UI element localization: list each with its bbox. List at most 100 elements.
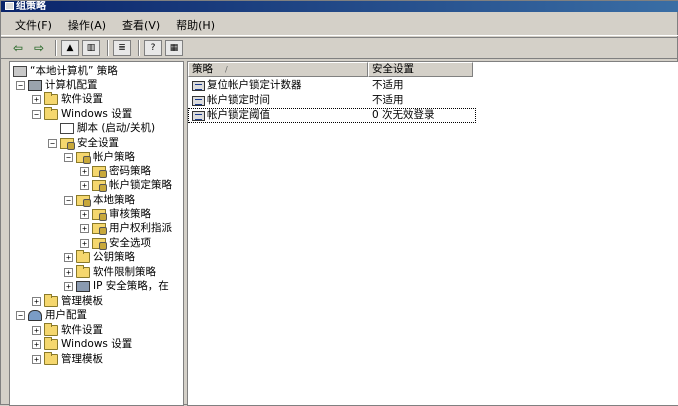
back-arrow-icon[interactable]: ⇦ [9,40,27,56]
toolbar-separator [107,40,109,56]
policy-item-icon [192,111,205,121]
tree-item-label: 用户权利指派 [109,222,172,234]
expand-toggle[interactable]: + [32,94,41,104]
collapse-toggle[interactable]: − [64,195,73,205]
collapse-toggle[interactable]: − [16,310,25,320]
folder-icon [92,165,107,178]
policy-name: 帐户锁定阈值 [207,109,270,121]
tree-item-password-policy[interactable]: + 密码策略 [80,164,151,178]
tree-item-label: Windows 设置 [61,338,133,350]
expand-toggle[interactable]: + [32,296,41,306]
tree-item-local-computer-policy[interactable]: “本地计算机” 策略 [13,64,118,78]
expand-toggle[interactable]: + [80,180,89,190]
menu-view[interactable]: 查看(V) [114,15,168,35]
security-setting-value: 0 次无效登录 [372,109,435,121]
menu-action[interactable]: 操作(A) [60,15,114,35]
tree-item-user-administrative-templates[interactable]: + 管理模板 [32,351,103,366]
collapse-toggle[interactable]: − [16,80,25,90]
tree-item-label: 软件限制策略 [93,266,156,278]
column-header-label: 策略 [192,63,213,75]
tree-item-label: 软件设置 [61,93,103,105]
tree-item-label: “本地计算机” 策略 [30,65,118,77]
expand-toggle[interactable]: + [64,267,73,277]
details-pane: 策略 / 安全设置 复位帐户锁定计数器 不适用 帐户锁定时间 不适用 帐户锁定阈值… [187,61,678,406]
tree-item-label: 公钥策略 [93,251,135,263]
menu-bar: 文件(F) 操作(A) 查看(V) 帮助(H) [1,14,678,36]
table-row[interactable]: 帐户锁定阈值 0 次无效登录 [188,108,476,123]
folder-icon [44,293,58,307]
tree-item-windows-settings[interactable]: − Windows 设置 [32,106,133,121]
table-row[interactable]: 复位帐户锁定计数器 不适用 [188,78,476,93]
tree-item-account-lockout-policy[interactable]: + 帐户锁定策略 [80,178,172,192]
expand-toggle[interactable]: + [80,209,89,219]
expand-toggle[interactable]: + [64,281,73,291]
toolbar: ⇦ ⇨ ▲ ▥ ≣ ? ▦ [1,37,678,59]
tree-item-user-windows-settings[interactable]: + Windows 设置 [32,336,133,351]
user-icon [28,309,42,321]
forward-arrow-icon[interactable]: ⇨ [30,40,48,56]
policy-item-icon [192,96,205,106]
tree-item-label: 审核策略 [109,208,151,220]
tree-item-user-config[interactable]: − 用户配置 [16,308,87,322]
expand-toggle[interactable]: + [64,252,73,262]
tree-item-label: 计算机配置 [45,79,98,91]
tree-item-label: 安全选项 [109,237,151,249]
folder-icon [76,264,90,278]
tree-item-label: Windows 设置 [61,108,133,120]
tree-item-label: 脚本 (启动/关机) [77,122,156,134]
folder-icon [44,336,58,350]
tree-item-ip-security-policies[interactable]: + IP 安全策略，在 [64,279,169,293]
window-title: 组策略 [16,1,46,12]
column-header-security-setting[interactable]: 安全设置 [368,62,473,77]
tree-item-public-key-policies[interactable]: + 公钥策略 [64,249,135,264]
tree-item-label: 管理模板 [61,295,103,307]
tree-item-administrative-templates[interactable]: + 管理模板 [32,293,103,308]
column-header-policy[interactable]: 策略 / [188,62,368,77]
policy-item-icon [192,81,205,91]
tree-item-user-software-settings[interactable]: + 软件设置 [32,322,103,337]
menu-help[interactable]: 帮助(H) [168,15,223,35]
help-icon[interactable]: ? [144,40,162,56]
tree-item-security-options[interactable]: + 安全选项 [80,236,151,250]
expand-toggle[interactable]: + [32,325,41,335]
expand-toggle[interactable]: + [80,166,89,176]
export-list-icon[interactable]: ≣ [113,40,131,56]
tree-item-security-settings[interactable]: − 安全设置 [48,136,119,150]
show-hide-tree-icon[interactable]: ▥ [82,40,100,56]
security-setting-value: 不适用 [372,79,404,91]
column-header-label: 安全设置 [372,63,414,75]
collapse-toggle[interactable]: − [48,138,57,148]
tree-item-software-settings[interactable]: + 软件设置 [32,91,103,106]
folder-icon [76,249,90,263]
title-bar: 组策略 [1,1,678,12]
menu-file[interactable]: 文件(F) [7,15,60,35]
expand-toggle[interactable]: + [80,223,89,233]
tree-item-user-rights-assignment[interactable]: + 用户权利指派 [80,221,172,235]
folder-icon [44,351,58,365]
toolbar-separator [55,40,57,56]
folder-icon [76,151,91,164]
folder-icon [92,222,107,235]
tree-item-audit-policy[interactable]: + 审核策略 [80,207,151,221]
tree-item-computer-config[interactable]: − 计算机配置 [16,78,98,92]
folder-icon [92,237,107,250]
tree-item-label: 帐户锁定策略 [109,179,172,191]
properties-icon[interactable]: ▦ [165,40,183,56]
tree-pane[interactable]: “本地计算机” 策略 − 计算机配置 + 软件设置 − Windows 设置 脚… [9,61,184,406]
expand-toggle[interactable]: + [80,238,89,248]
tree-item-software-restriction-policies[interactable]: + 软件限制策略 [64,264,156,279]
expand-toggle[interactable]: + [32,354,41,364]
up-one-level-icon[interactable]: ▲ [61,40,79,56]
tree-item-account-policies[interactable]: − 帐户策略 [64,150,135,164]
collapse-toggle[interactable]: − [32,109,41,119]
tree-item-local-policies[interactable]: − 本地策略 [64,193,135,207]
group-policy-window: 组策略 文件(F) 操作(A) 查看(V) 帮助(H) ⇦ ⇨ ▲ ▥ ≣ ? … [0,0,678,406]
tree-item-label: 密码策略 [109,165,151,177]
table-row[interactable]: 帐户锁定时间 不适用 [188,93,476,108]
collapse-toggle[interactable]: − [64,152,73,162]
tree-item-scripts[interactable]: 脚本 (启动/关机) [60,121,155,135]
folder-icon [44,106,58,120]
policy-name: 复位帐户锁定计数器 [207,79,302,91]
expand-toggle[interactable]: + [32,339,41,349]
ip-security-icon [76,280,90,292]
